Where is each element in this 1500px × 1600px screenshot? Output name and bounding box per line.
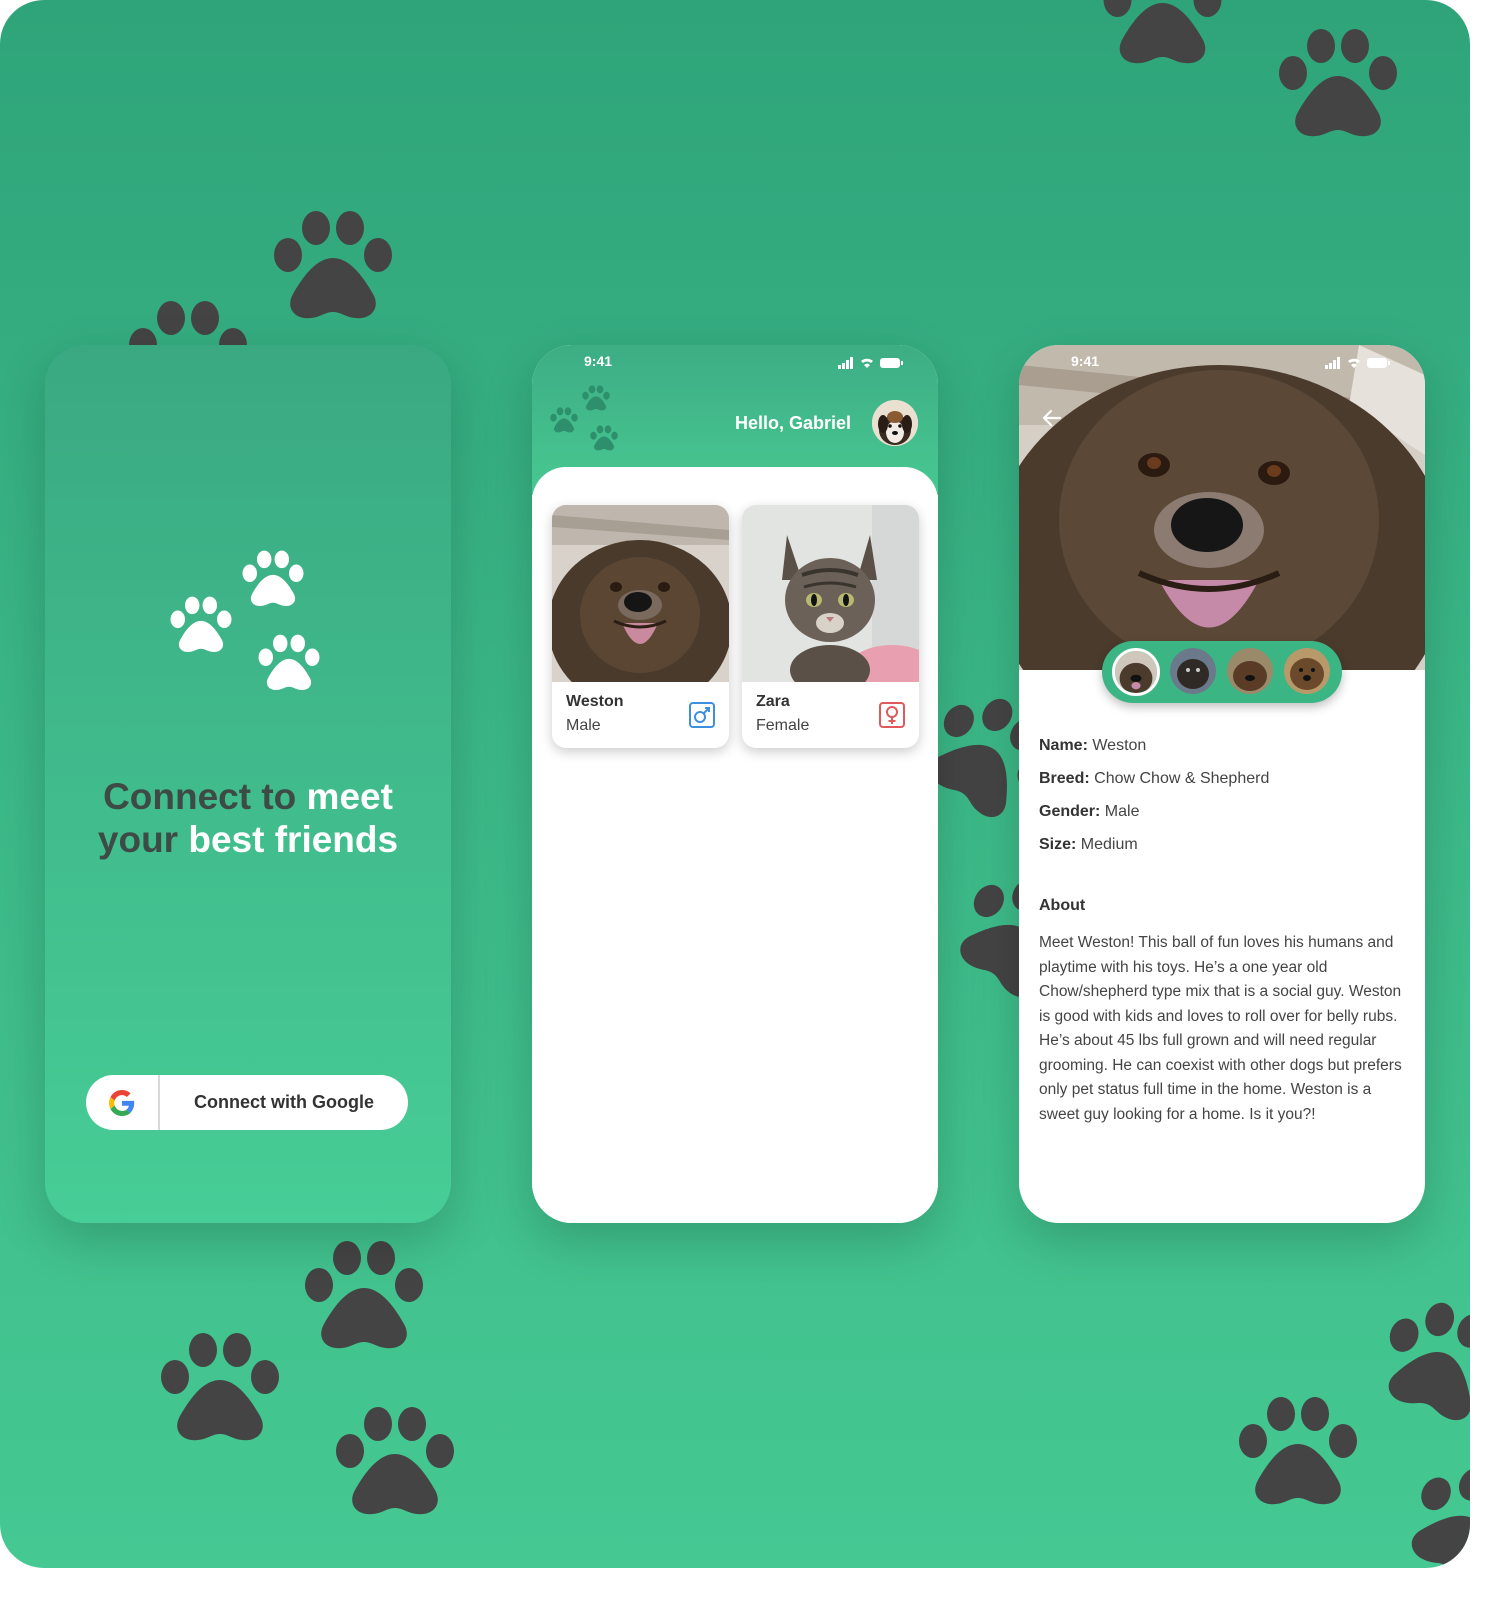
detail-value: Medium xyxy=(1080,836,1138,853)
greeting-text: Hello, Gabriel xyxy=(734,413,851,433)
background: Connect to meet your best friends Connec… xyxy=(0,0,1470,1568)
paw-print-icon xyxy=(1368,1288,1470,1432)
paws-logo-icon xyxy=(170,550,320,690)
google-button-label: Connect with Google xyxy=(194,1092,374,1112)
detail-value: Weston xyxy=(1092,737,1147,754)
pet-detail-screen: 9:41 Name: Weston Breed: Chow Chow & She… xyxy=(1019,345,1425,1223)
title-highlight: best friends xyxy=(188,819,399,860)
photo-thumbnail[interactable] xyxy=(1112,648,1160,696)
about-heading: About xyxy=(1039,897,1086,914)
detail-value: Chow Chow & Shepherd xyxy=(1094,770,1270,787)
detail-label: Size: xyxy=(1039,836,1077,853)
paw-print-icon xyxy=(273,210,393,320)
pet-card-zara[interactable]: Zara Female xyxy=(742,505,919,748)
photo-thumbnails xyxy=(1102,641,1342,703)
paws-logo-icon xyxy=(550,385,618,451)
male-icon xyxy=(689,702,715,728)
pet-photo xyxy=(552,505,729,682)
pet-list: Weston Male Zara Female xyxy=(532,467,938,1223)
pet-name: Weston xyxy=(566,693,624,710)
paw-print-icon xyxy=(1278,28,1398,138)
detail-value: Male xyxy=(1104,803,1140,820)
connect-google-button[interactable]: Connect with Google xyxy=(86,1075,408,1130)
welcome-title: Connect to meet your best friends xyxy=(45,775,451,861)
paw-print-icon xyxy=(1238,1396,1358,1506)
pet-card-weston[interactable]: Weston Male xyxy=(552,505,729,748)
photo-thumbnail[interactable] xyxy=(1284,648,1330,694)
avatar[interactable] xyxy=(872,400,918,446)
detail-label: Name: xyxy=(1039,737,1088,754)
paw-print-icon xyxy=(335,1406,455,1516)
title-text: your xyxy=(97,819,189,860)
title-highlight: meet xyxy=(306,776,393,817)
paw-print-icon xyxy=(1391,1447,1470,1568)
pet-details: Name: Weston Breed: Chow Chow & Shepherd… xyxy=(1039,737,1409,869)
status-time: 9:41 xyxy=(584,353,613,369)
detail-label: Gender: xyxy=(1039,803,1101,820)
detail-label: Breed: xyxy=(1039,770,1090,787)
status-icons xyxy=(1325,357,1390,369)
paw-print-icon xyxy=(1100,0,1225,65)
status-bar: 9:41 xyxy=(532,353,938,375)
pet-gender: Male xyxy=(566,717,601,734)
paw-print-icon xyxy=(160,1332,280,1442)
pet-gender: Female xyxy=(756,717,810,734)
status-bar: 9:41 xyxy=(1019,353,1425,375)
detail-row: Size: Medium xyxy=(1039,836,1409,869)
title-text: Connect to xyxy=(103,776,307,817)
status-icons xyxy=(838,357,903,369)
pet-name: Zara xyxy=(756,693,790,710)
photo-thumbnail[interactable] xyxy=(1227,648,1273,694)
google-icon xyxy=(86,1075,160,1130)
photo-thumbnail[interactable] xyxy=(1170,648,1216,694)
pet-hero-photo xyxy=(1019,345,1425,670)
female-icon xyxy=(879,702,905,728)
detail-row: Name: Weston xyxy=(1039,737,1409,770)
login-screen: Connect to meet your best friends Connec… xyxy=(45,345,451,1223)
pet-list-screen: 9:41 Hello, Gabriel Weston Male Zara Fem… xyxy=(532,345,938,1223)
detail-row: Breed: Chow Chow & Shepherd xyxy=(1039,770,1409,803)
detail-row: Gender: Male xyxy=(1039,803,1409,836)
pet-photo xyxy=(742,505,919,682)
about-text: Meet Weston! This ball of fun loves his … xyxy=(1039,934,1402,1123)
paw-print-icon xyxy=(304,1240,424,1350)
back-arrow-icon[interactable] xyxy=(1041,407,1063,429)
status-time: 9:41 xyxy=(1071,353,1100,369)
